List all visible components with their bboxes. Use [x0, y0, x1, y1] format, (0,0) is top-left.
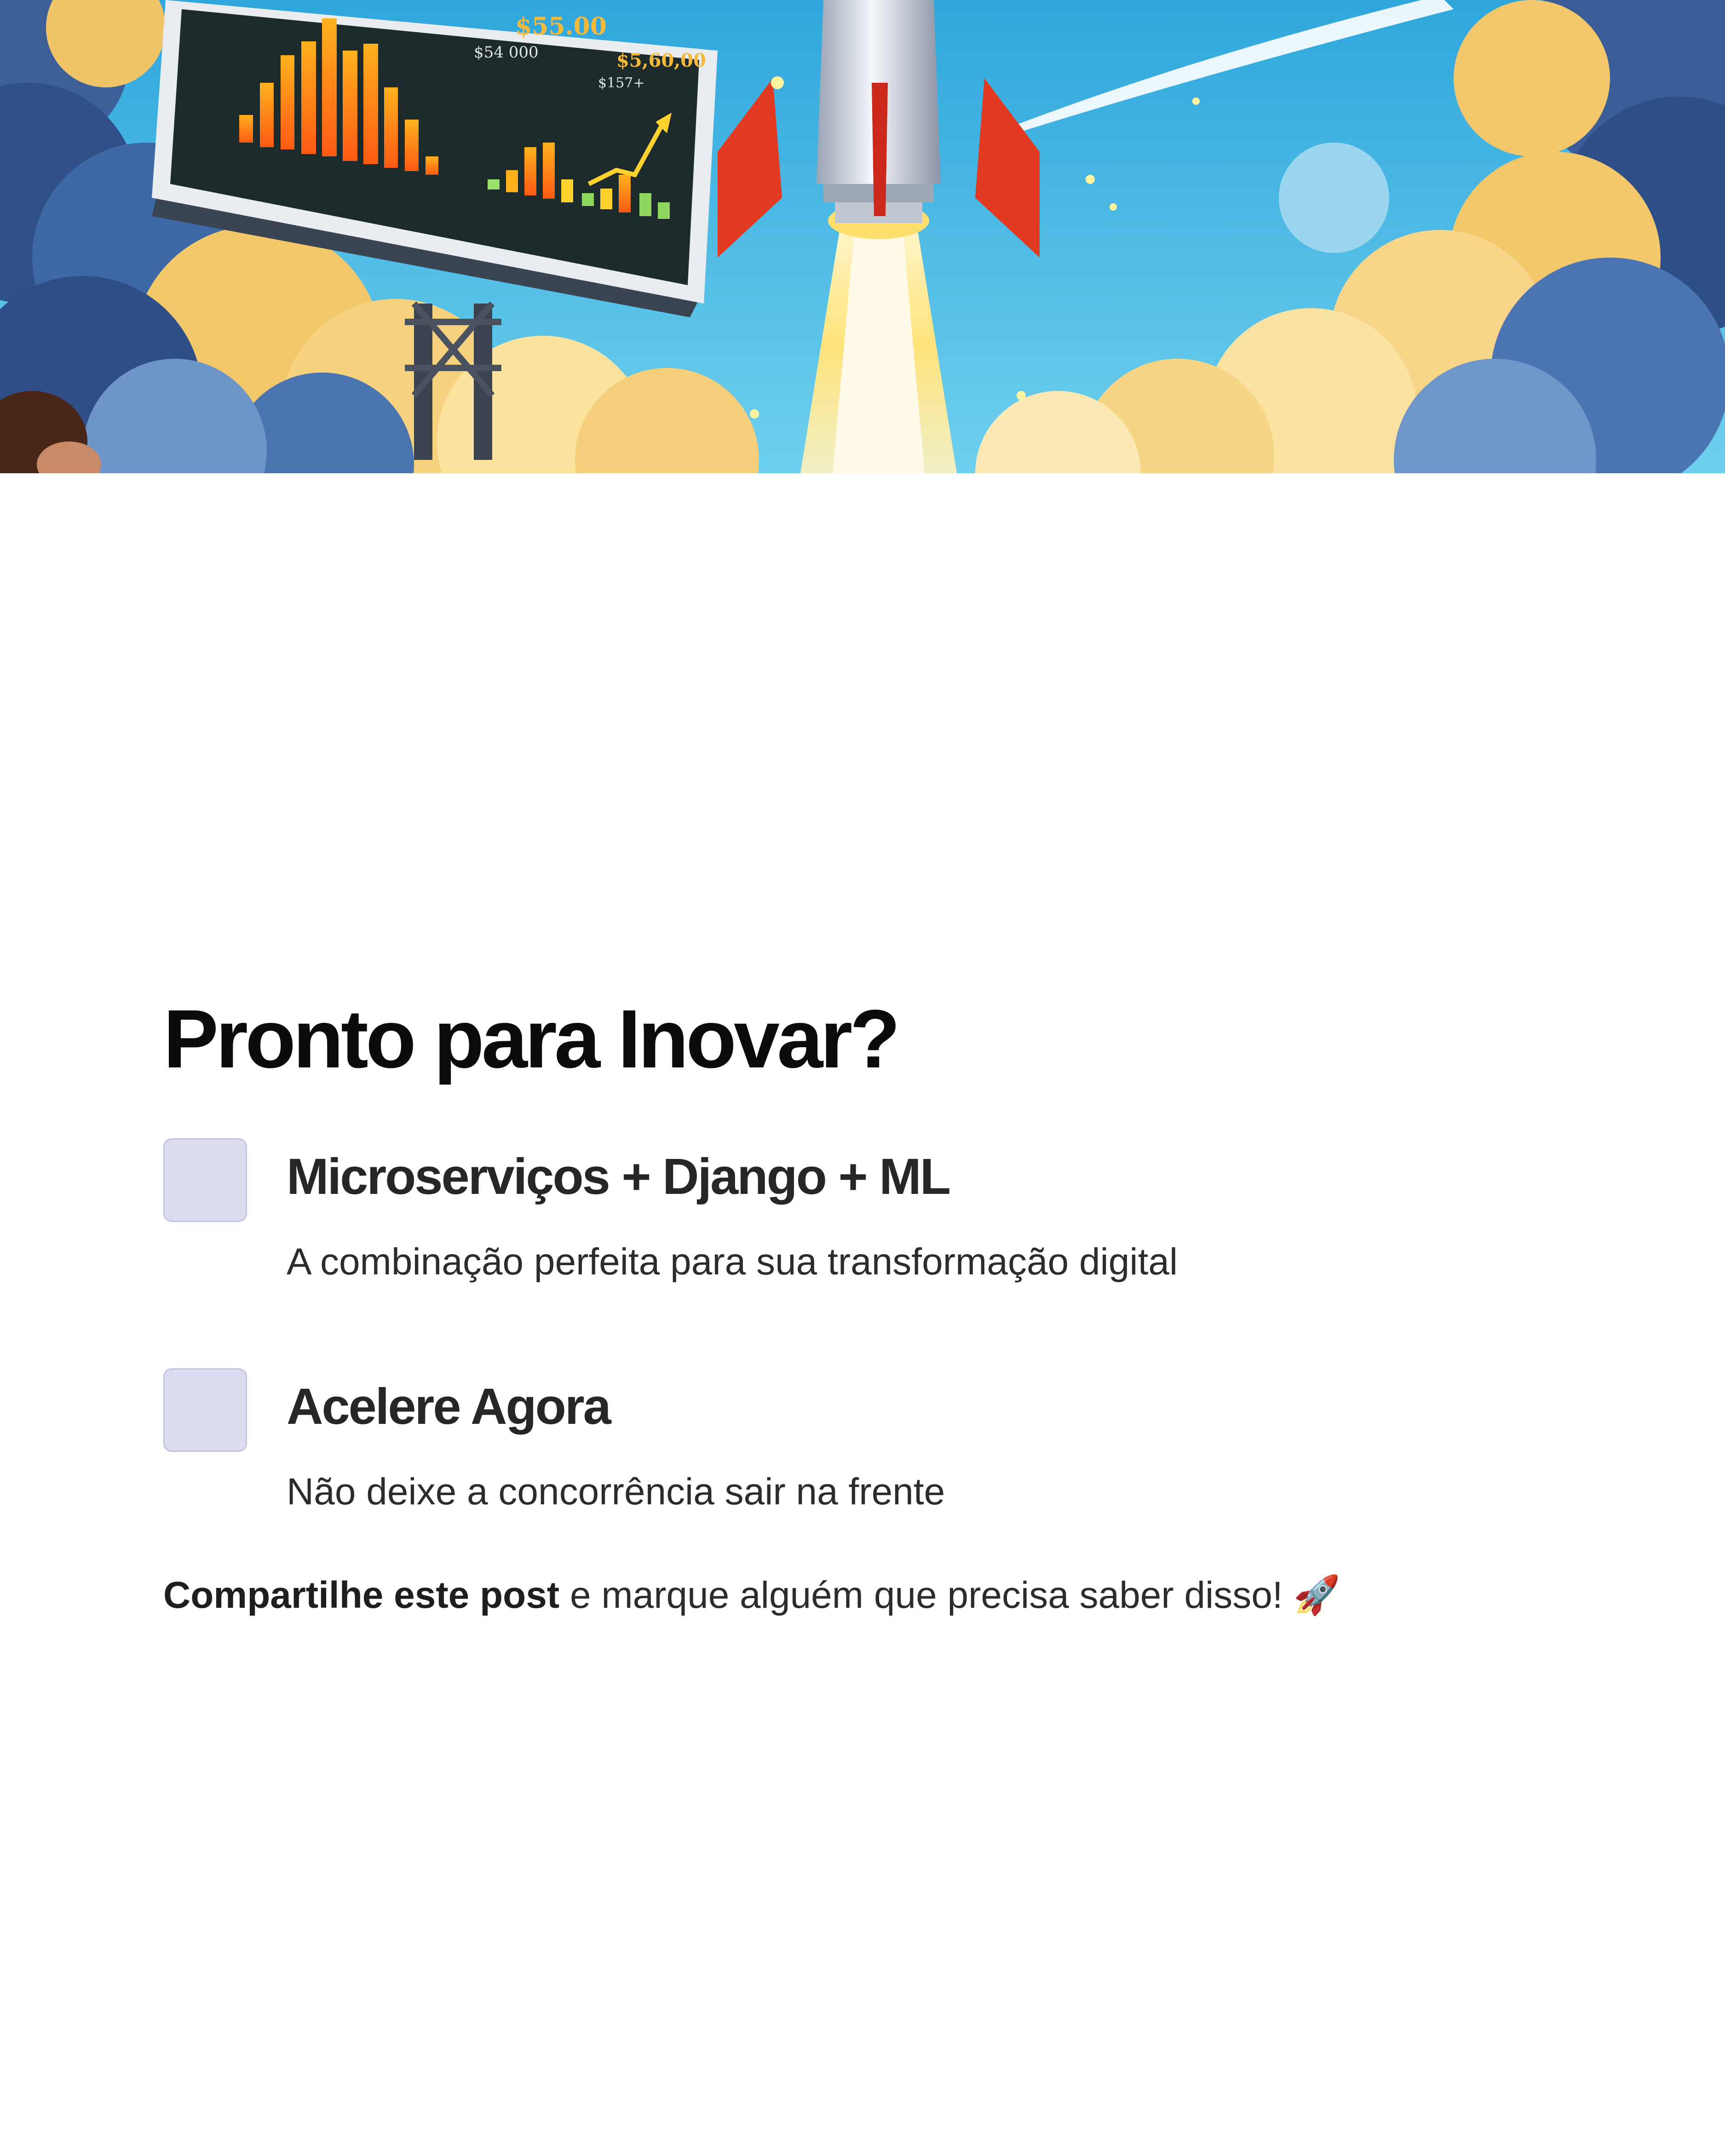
feature-description: Não deixe a concorrência sair na frente	[287, 1471, 945, 1513]
feature-icon	[163, 1368, 247, 1452]
svg-text:$55.00: $55.00	[515, 12, 607, 40]
feature-title: Microserviços + Django + ML	[287, 1148, 951, 1205]
feature-icon	[163, 1138, 247, 1222]
share-call-to-action: Compartilhe este post e marque alguém qu…	[163, 1573, 1340, 1618]
feature-description: A combinação perfeita para sua transform…	[287, 1241, 1178, 1283]
hero-illustration: $55.00 $54 000 $5,60,00 $157+	[0, 0, 1725, 473]
feature-title: Acelere Agora	[287, 1378, 611, 1435]
svg-text:$54 000: $54 000	[474, 43, 539, 62]
page-title: Pronto para Inovar?	[163, 993, 900, 1085]
svg-text:$157+: $157+	[598, 75, 644, 91]
share-bold-text: Compartilhe este post	[163, 1574, 560, 1616]
svg-text:$5,60,00: $5,60,00	[616, 50, 706, 71]
share-rest-text: e marque alguém que precisa saber disso!…	[559, 1574, 1340, 1616]
